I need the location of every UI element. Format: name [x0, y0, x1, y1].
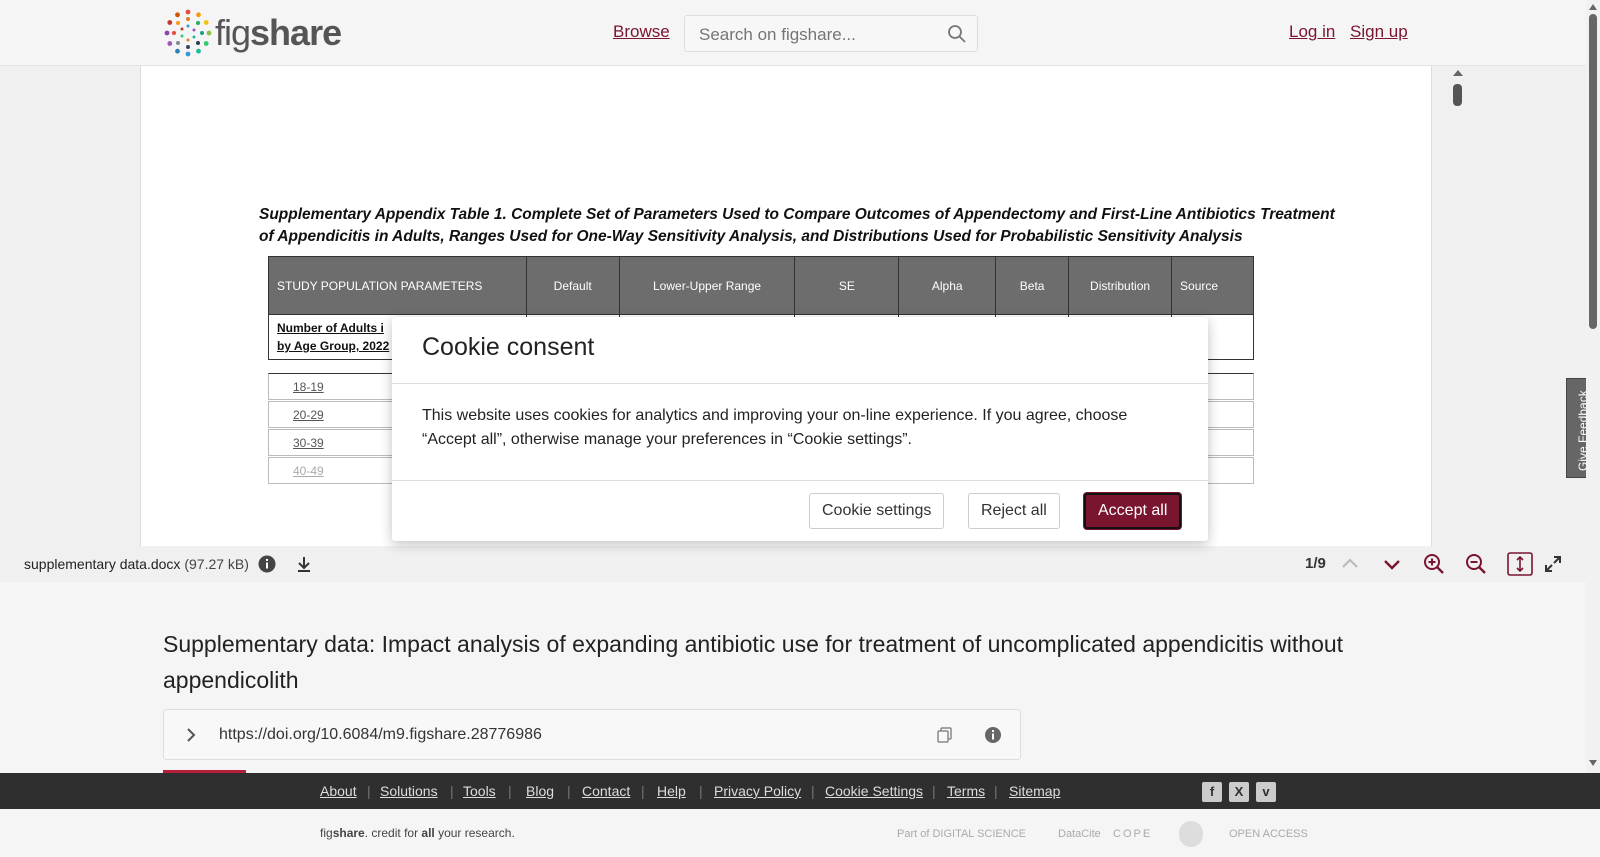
- accept-all-button[interactable]: Accept all: [1084, 493, 1182, 529]
- divider: [392, 383, 1208, 384]
- scroll-down-arrow[interactable]: [1589, 760, 1597, 766]
- scroll-up-arrow[interactable]: [1589, 4, 1597, 10]
- modal-title: Cookie consent: [422, 333, 595, 361]
- page-scrollbar[interactable]: [1586, 0, 1600, 773]
- modal-body: This website uses cookies for analytics …: [422, 407, 1128, 448]
- divider: [392, 480, 1208, 481]
- cookie-consent-dialog: Cookie consent This website uses cookies…: [392, 317, 1208, 541]
- reject-all-button[interactable]: Reject all: [968, 493, 1060, 529]
- cookie-settings-button[interactable]: Cookie settings: [809, 493, 945, 529]
- scrollbar-thumb[interactable]: [1589, 14, 1597, 329]
